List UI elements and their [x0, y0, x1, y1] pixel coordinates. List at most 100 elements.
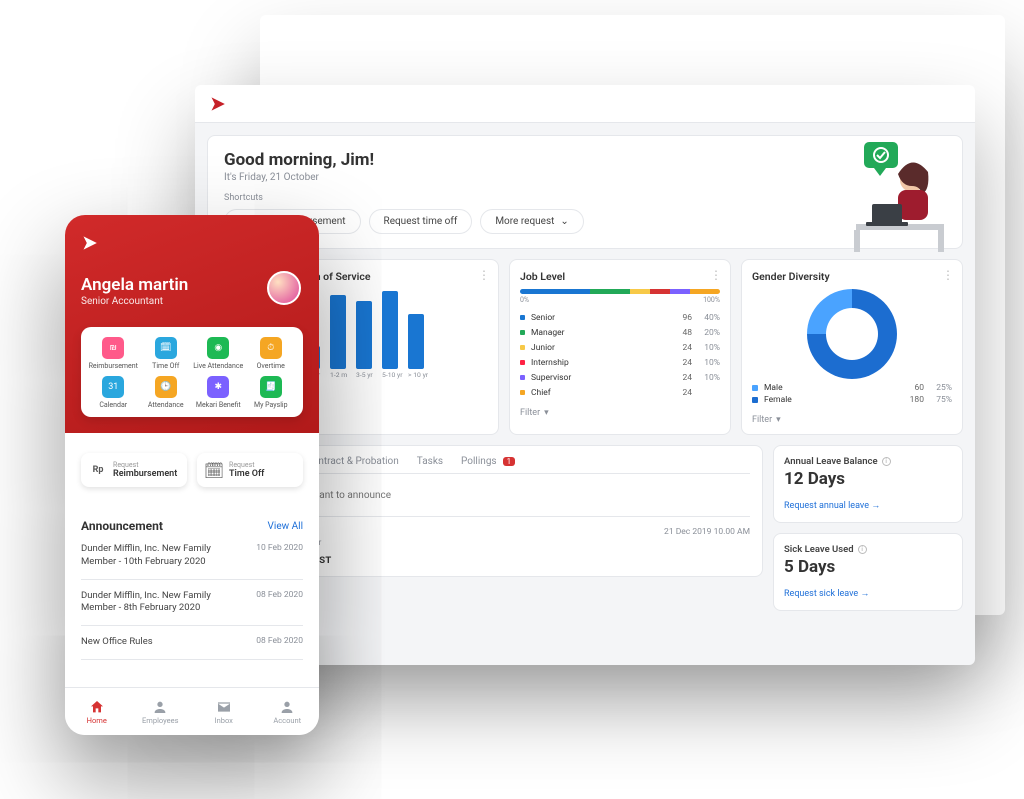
color-dot: [520, 330, 525, 335]
request-label-top: Request: [229, 461, 264, 469]
filter-button[interactable]: Filter▾: [752, 415, 781, 425]
job-level-bar: [520, 289, 720, 294]
bar-label: > 10 yr: [408, 371, 424, 379]
tab-inbox[interactable]: Inbox: [192, 688, 256, 735]
legend-count: 60: [914, 383, 924, 393]
job-level-count: 48: [682, 328, 692, 338]
mobile-phone: Angela martin Senior Accountant ₪Reimbur…: [65, 215, 319, 735]
request-timeoff-button[interactable]: 🗓 RequestTime Off: [197, 453, 303, 487]
app-shortcut[interactable]: 🧾My Payslip: [245, 376, 298, 409]
filter-button[interactable]: Filter▾: [520, 408, 549, 418]
color-dot: [520, 315, 525, 320]
app-icon: ◉: [207, 337, 229, 359]
app-shortcut[interactable]: 31 Calendar: [87, 376, 140, 409]
app-shortcut[interactable]: 🗓Time Off: [140, 337, 193, 370]
tab-account[interactable]: Account: [256, 688, 320, 735]
currency-icon: Rp: [89, 461, 107, 479]
job-level-label: Junior: [531, 343, 555, 353]
tab-label: Account: [273, 716, 301, 725]
job-level-label: Supervisor: [531, 373, 571, 383]
bar-label: 3-5 yr: [356, 371, 372, 379]
gender-diversity-card: ⋮ Gender Diversity Male6025%Female18075%…: [741, 259, 963, 435]
request-timeoff-button[interactable]: Request time off: [369, 209, 473, 234]
job-level-pct: 10%: [692, 358, 720, 368]
color-dot: [520, 390, 525, 395]
app-label: Attendance: [148, 401, 184, 409]
app-shortcut[interactable]: ₪Reimbursement: [87, 337, 140, 370]
app-shortcut-grid: ₪Reimbursement🗓Time Off◉Live Attendance⏱…: [81, 327, 303, 417]
announcement-date: 08 Feb 2020: [256, 636, 303, 646]
request-annual-leave-link[interactable]: Request annual leave →: [784, 501, 880, 511]
inbox-icon: [216, 699, 232, 715]
app-icon: 🗓: [155, 337, 177, 359]
app-shortcut[interactable]: 🕒Attendance: [140, 376, 193, 409]
legend-item: Male 6025%: [752, 383, 952, 393]
job-level-item: Senior9640%: [520, 310, 720, 325]
balance-label: Annual Leave Balance: [784, 456, 878, 467]
announcement-text: Dunder Mifflin, Inc. New Family Member -…: [81, 590, 231, 616]
bar: [330, 295, 346, 369]
app-shortcut[interactable]: ⏱Overtime: [245, 337, 298, 370]
announcement-item[interactable]: Dunder Mifflin, Inc. New Family Member -…: [81, 533, 303, 580]
app-icon: ₪: [102, 337, 124, 359]
app-shortcut[interactable]: ◉ Live Attendance: [192, 337, 245, 370]
app-label: Calendar: [99, 401, 127, 409]
announcement-item[interactable]: New Office Rules 08 Feb 2020: [81, 626, 303, 660]
job-level-label: Internship: [531, 358, 569, 368]
job-level-item: Chief24: [520, 385, 720, 400]
card-more-icon[interactable]: ⋮: [710, 268, 722, 282]
app-label: Live Attendance: [193, 362, 243, 370]
announcement-date: 10 Feb 2020: [256, 543, 303, 553]
legend-item: Female18075%: [752, 395, 952, 405]
announcement-text: New Office Rules: [81, 636, 153, 649]
request-label-main: Time Off: [229, 469, 264, 479]
job-level-pct: 10%: [692, 373, 720, 383]
job-level-pct: 40%: [692, 313, 720, 323]
employees-icon: [152, 699, 168, 715]
compose-input[interactable]: [252, 489, 750, 502]
request-sick-leave-link[interactable]: Request sick leave →: [784, 589, 869, 599]
tab-home[interactable]: Home: [65, 688, 129, 735]
more-request-button[interactable]: More request⌄: [480, 209, 583, 234]
request-reimbursement-button[interactable]: Rp RequestReimbursement: [81, 453, 187, 487]
balance-value: 5 Days: [784, 557, 952, 577]
sick-leave-card: Sick Leave Usedi 5 Days Request sick lea…: [773, 533, 963, 611]
home-icon: [89, 699, 105, 715]
color-swatch: [752, 397, 758, 403]
announcement-item[interactable]: Dunder Mifflin, Inc. New Family Member -…: [81, 580, 303, 627]
tab-label: Inbox: [215, 716, 233, 725]
view-all-link[interactable]: View All: [268, 521, 303, 532]
legend-label: Female: [764, 395, 792, 405]
card-more-icon[interactable]: ⋮: [942, 268, 954, 282]
legend-label: Male: [764, 383, 783, 393]
avatar[interactable]: [267, 271, 301, 305]
app-icon: 31: [102, 376, 124, 398]
legend-count: 180: [910, 395, 924, 405]
balance-value: 12 Days: [784, 469, 952, 489]
tab-contract[interactable]: Contract & Probation: [306, 456, 399, 467]
tab-employees[interactable]: Employees: [129, 688, 193, 735]
bar-label: 1-2 m: [330, 371, 346, 379]
request-label-top: Request: [113, 461, 177, 469]
app-icon: ⏱: [260, 337, 282, 359]
app-shortcut[interactable]: ✱Mekari Benefit: [192, 376, 245, 409]
color-dot: [520, 375, 525, 380]
app-label: Mekari Benefit: [196, 401, 241, 409]
brand-logo-icon: [81, 233, 303, 257]
legend-pct: 25%: [924, 383, 952, 393]
leave-side-column: Annual Leave Balancei 12 Days Request an…: [773, 445, 963, 611]
job-level-count: 24: [682, 358, 692, 368]
tab-label: Home: [87, 716, 107, 725]
desktop-topbar: [195, 85, 975, 123]
pollings-badge: 1: [503, 457, 516, 466]
tab-tasks[interactable]: Tasks: [417, 456, 443, 467]
card-more-icon[interactable]: ⋮: [478, 268, 490, 282]
tab-pollings[interactable]: Pollings1: [461, 456, 515, 467]
job-level-count: 96: [682, 313, 692, 323]
job-level-card: ⋮ Job Level 0%100% Senior9640%Manager482…: [509, 259, 731, 435]
chevron-down-icon: ⌄: [560, 216, 568, 227]
calendar-icon: 🗓: [205, 461, 223, 479]
bar: [408, 314, 424, 369]
account-icon: [279, 699, 295, 715]
announcement-text: Dunder Mifflin, Inc. New Family Member -…: [81, 543, 231, 569]
